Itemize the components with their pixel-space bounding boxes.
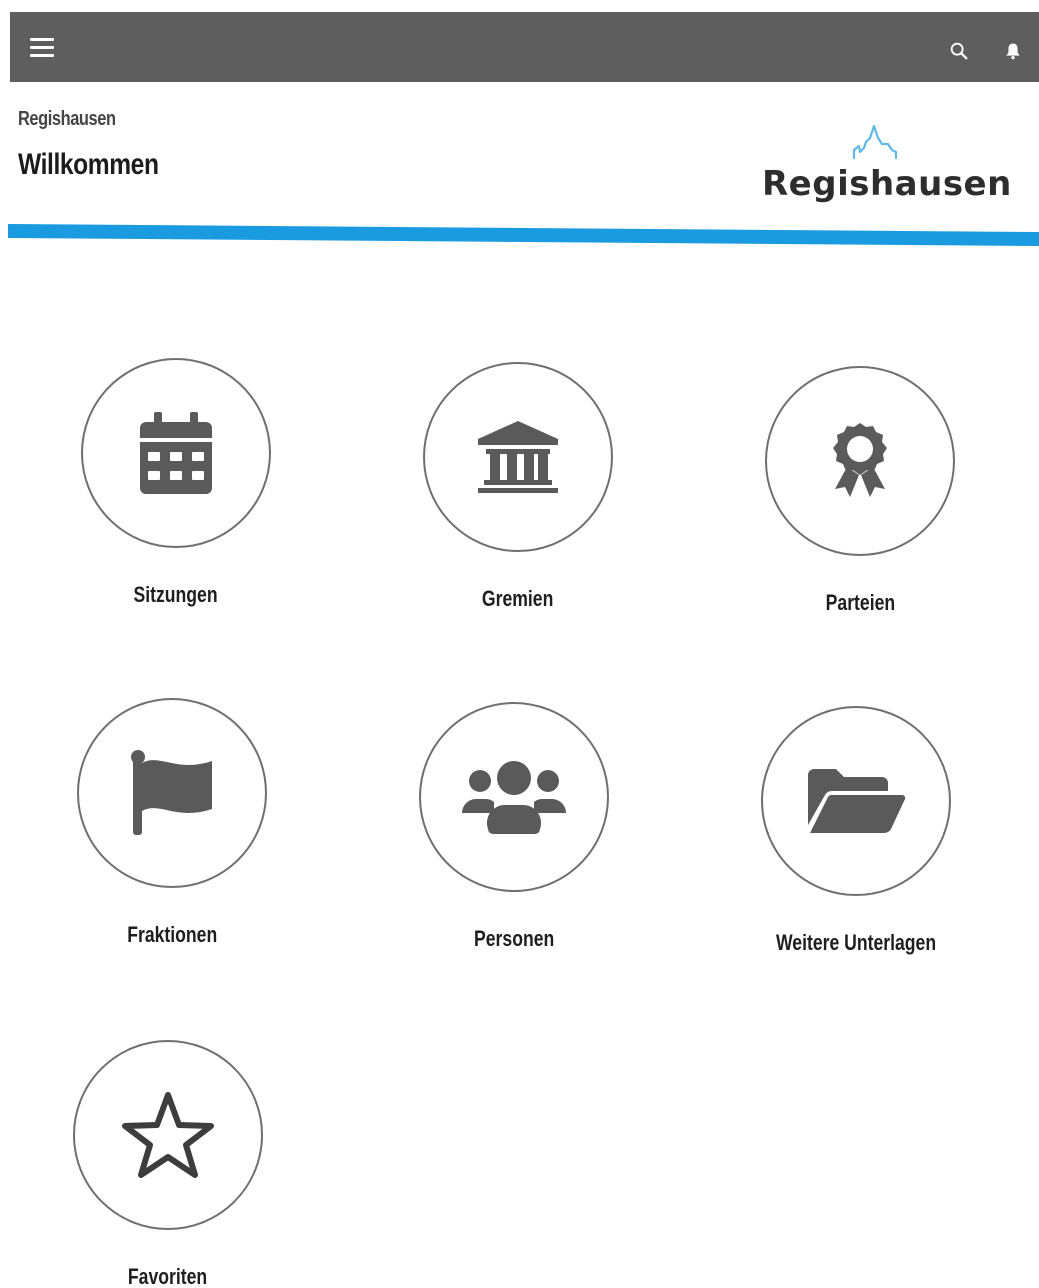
flag-icon [131,750,212,835]
tile-label: Gremien [482,586,554,611]
tile-fraktionen[interactable]: Fraktionen [72,698,272,968]
tile-label: Sitzungen [133,582,219,607]
tile-favoriten[interactable]: Favoriten [68,1040,268,1288]
tile-circle [761,706,951,896]
regishausen-logo[interactable]: Regishausen [762,118,1011,208]
tile-label: Fraktionen [127,922,217,947]
people-group-icon [462,761,566,834]
tile-label: Favoriten [128,1264,208,1288]
tile-parteien[interactable]: Parteien [760,366,960,636]
award-ribbon-icon [833,423,887,497]
hamburger-menu-icon[interactable] [30,32,60,62]
top-app-bar [10,12,1039,82]
tile-label: Parteien [825,590,895,615]
tile-gremien[interactable]: Gremien [418,362,618,632]
app-bar-actions [947,39,1025,63]
star-outline-icon [122,1092,214,1178]
institution-icon [478,421,558,493]
app-page: Regishausen Willkommen Regishausen Sitzu… [0,0,1039,1288]
tile-label: Weitere Unterlagen [775,930,937,955]
tile-weitere-unterlagen[interactable]: Weitere Unterlagen [756,706,956,976]
tile-circle [81,358,271,548]
folder-open-icon [808,769,906,834]
church-skyline-icon [852,124,898,160]
tile-circle [765,366,955,556]
tile-circle [423,362,613,552]
tile-sitzungen[interactable]: Sitzungen [76,358,276,628]
tile-label: Personen [473,926,555,951]
tile-personen[interactable]: Personen [414,702,614,972]
search-icon[interactable] [947,39,971,63]
tile-circle [77,698,267,888]
bell-icon[interactable] [1001,39,1025,63]
calendar-icon [140,412,212,494]
logo-wordmark: Regishausen [762,164,1012,204]
page-title: Willkommen [18,148,159,181]
tile-circle [73,1040,263,1230]
page-subtitle: Regishausen [18,108,116,130]
page-header: Regishausen Willkommen Regishausen [0,82,1039,232]
tile-circle [419,702,609,892]
